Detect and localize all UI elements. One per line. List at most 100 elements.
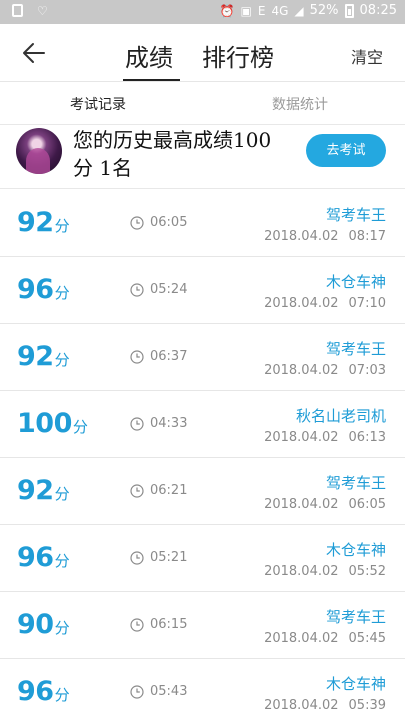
score-value: 92 [17, 475, 54, 506]
tab-exam-records[interactable]: 考试记录 [70, 94, 126, 114]
record-nickname: 驾考车王 [325, 474, 386, 492]
record-score: 90分 [17, 609, 70, 640]
active-tab-indicator [123, 79, 180, 81]
record-score: 100分 [17, 408, 88, 439]
avatar [16, 128, 62, 174]
clock-icon [130, 349, 144, 364]
record-row[interactable]: 92分 06:21 驾考车王 2018.04.02 06:05 [0, 458, 405, 525]
record-date: 2018.04.02 [264, 430, 339, 445]
record-date: 2018.04.02 [264, 296, 339, 311]
record-duration: 05:21 [150, 550, 188, 565]
network-e-label: E [257, 3, 266, 18]
record-duration: 06:21 [150, 483, 188, 498]
app-header: 成绩 排行榜 清空 [0, 24, 405, 82]
score-unit: 分 [54, 686, 70, 704]
tab-leaderboard[interactable]: 排行榜 [202, 38, 274, 73]
record-datetime: 2018.04.02 05:45 [264, 631, 386, 646]
record-row[interactable]: 96分 05:43 木仓车神 2018.04.02 05:39 [0, 659, 405, 720]
record-date: 2018.04.02 [264, 631, 339, 646]
record-score: 92分 [17, 475, 70, 506]
record-duration: 05:43 [150, 684, 188, 699]
record-nickname: 驾考车王 [325, 340, 386, 358]
score-unit: 分 [54, 485, 70, 503]
score-unit: 分 [54, 284, 70, 302]
score-unit: 分 [72, 418, 88, 436]
network-type-label: 4G [271, 3, 289, 18]
record-date: 2018.04.02 [264, 229, 339, 244]
clear-button[interactable]: 清空 [351, 44, 383, 68]
record-score: 96分 [17, 542, 70, 573]
alarm-icon: ⏰ [219, 3, 235, 18]
tab-scores[interactable]: 成绩 [125, 38, 173, 73]
record-date: 2018.04.02 [264, 497, 339, 512]
battery-percent: 52% [309, 3, 339, 18]
record-datetime: 2018.04.02 07:03 [264, 363, 386, 378]
score-unit: 分 [54, 351, 70, 369]
clock-time: 08:25 [359, 3, 397, 18]
record-date: 2018.04.02 [264, 363, 339, 378]
record-date: 2018.04.02 [264, 698, 339, 713]
status-bar: ♡ ⏰ ▣ E 4G ◢ 52% 08:25 [0, 0, 405, 24]
score-value: 100 [17, 408, 72, 439]
record-row[interactable]: 100分 04:33 秋名山老司机 2018.04.02 06:13 [0, 391, 405, 458]
score-value: 96 [17, 542, 54, 573]
record-row[interactable]: 96分 05:24 木仓车神 2018.04.02 07:10 [0, 257, 405, 324]
clock-icon [130, 483, 144, 498]
clock-icon [130, 282, 144, 297]
record-time: 05:45 [348, 631, 386, 646]
clock-icon [130, 416, 144, 431]
heart-icon: ♡ [37, 4, 48, 18]
best-score-line1: 您的历史最高成绩100 [73, 128, 272, 152]
record-duration: 04:33 [150, 416, 188, 431]
back-arrow-icon[interactable] [18, 36, 52, 70]
clock-icon [130, 550, 144, 565]
record-score: 92分 [17, 341, 70, 372]
record-nickname: 木仓车神 [325, 541, 386, 559]
score-value: 96 [17, 676, 54, 707]
record-row[interactable]: 96分 05:21 木仓车神 2018.04.02 05:52 [0, 525, 405, 592]
best-score-text: 您的历史最高成绩100 分 1名 [73, 126, 301, 182]
record-duration: 06:05 [150, 215, 188, 230]
record-row[interactable]: 90分 06:15 驾考车王 2018.04.02 05:45 [0, 592, 405, 659]
tab-statistics[interactable]: 数据统计 [272, 94, 328, 114]
record-time: 08:17 [348, 229, 386, 244]
record-datetime: 2018.04.02 05:52 [264, 564, 386, 579]
record-duration: 06:15 [150, 617, 188, 632]
record-row[interactable]: 92分 06:05 驾考车王 2018.04.02 08:17 [0, 190, 405, 257]
record-time: 06:13 [348, 430, 386, 445]
record-nickname: 秋名山老司机 [295, 407, 386, 425]
score-value: 90 [17, 609, 54, 640]
clock-icon [130, 684, 144, 699]
record-time: 05:52 [348, 564, 386, 579]
record-duration: 05:24 [150, 282, 188, 297]
record-score: 96分 [17, 274, 70, 305]
score-value: 92 [17, 207, 54, 238]
score-unit: 分 [54, 552, 70, 570]
record-score: 96分 [17, 676, 70, 707]
record-duration: 06:37 [150, 349, 188, 364]
best-score-line2: 分 1名 [73, 156, 133, 180]
score-unit: 分 [54, 217, 70, 235]
take-exam-button[interactable]: 去考试 [306, 134, 386, 167]
record-row[interactable]: 92分 06:37 驾考车王 2018.04.02 07:03 [0, 324, 405, 391]
record-nickname: 木仓车神 [325, 273, 386, 291]
record-date: 2018.04.02 [264, 564, 339, 579]
record-datetime: 2018.04.02 05:39 [264, 698, 386, 713]
record-datetime: 2018.04.02 06:13 [264, 430, 386, 445]
clock-icon [130, 215, 144, 230]
record-nickname: 木仓车神 [325, 675, 386, 693]
record-score: 92分 [17, 207, 70, 238]
best-score-panel: 您的历史最高成绩100 分 1名 去考试 [0, 126, 405, 189]
battery-icon [344, 3, 354, 18]
notification-icon [12, 4, 23, 17]
record-time: 07:03 [348, 363, 386, 378]
record-time: 06:05 [348, 497, 386, 512]
record-time: 05:39 [348, 698, 386, 713]
record-time: 07:10 [348, 296, 386, 311]
score-value: 96 [17, 274, 54, 305]
record-datetime: 2018.04.02 07:10 [264, 296, 386, 311]
record-nickname: 驾考车王 [325, 608, 386, 626]
score-unit: 分 [54, 619, 70, 637]
signal-icon: ◢ [294, 3, 304, 18]
score-value: 92 [17, 341, 54, 372]
